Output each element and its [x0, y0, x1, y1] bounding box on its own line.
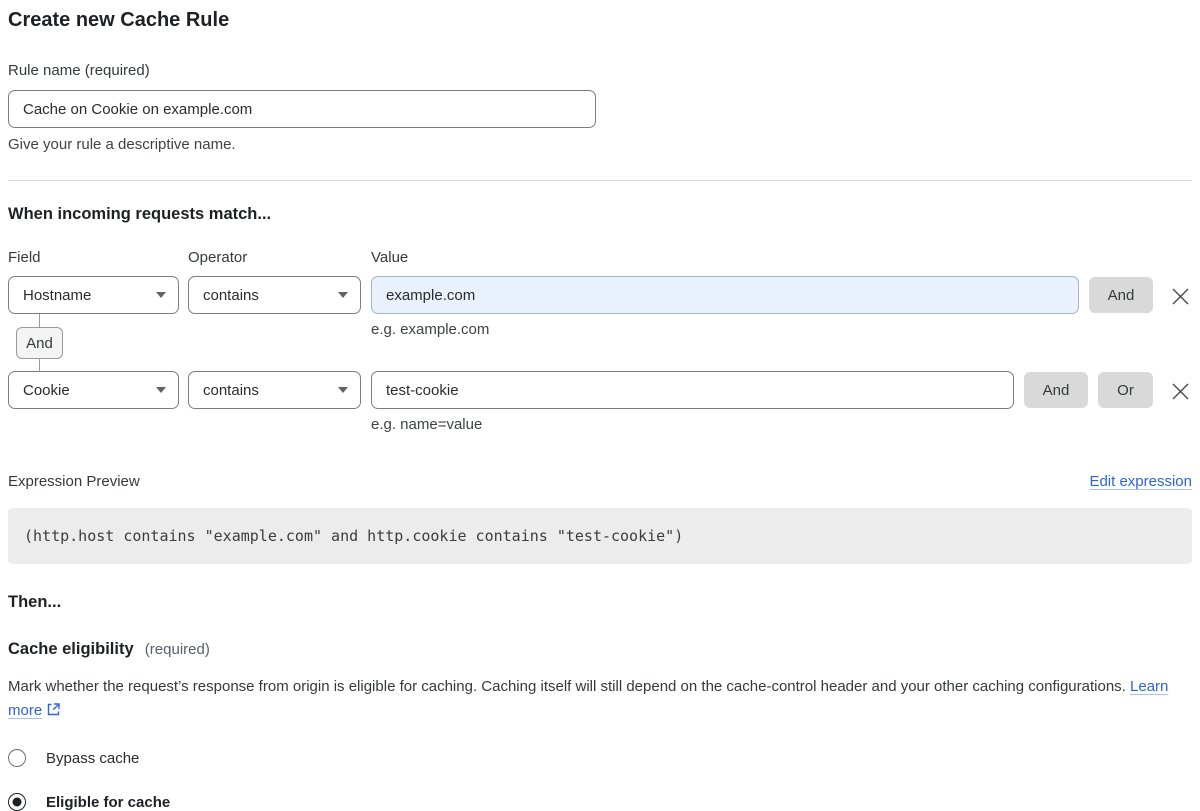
condition-connector: And [16, 327, 63, 359]
connector-and-button[interactable]: And [16, 327, 63, 359]
value-input[interactable] [371, 371, 1014, 409]
operator-column-label: Operator [188, 248, 361, 268]
operator-select[interactable]: contains [188, 371, 361, 409]
expression-preview-header: Expression Preview Edit expression [8, 472, 1192, 492]
cache-eligibility-description: Mark whether the request’s response from… [8, 675, 1192, 725]
value-column: e.g. example.com [371, 276, 1079, 340]
expression-code: (http.host contains "example.com" and ht… [24, 527, 683, 545]
operator-select[interactable]: contains [188, 276, 361, 314]
operator-select-value: contains [203, 287, 259, 304]
expression-preview-label: Expression Preview [8, 472, 140, 492]
rule-name-label: Rule name (required) [8, 61, 1192, 81]
field-column-label: Field [8, 248, 179, 268]
match-heading: When incoming requests match... [8, 205, 1192, 224]
add-and-condition-button[interactable]: And [1089, 277, 1153, 313]
expression-code-block: (http.host contains "example.com" and ht… [8, 508, 1192, 564]
section-divider [8, 180, 1192, 181]
value-hint: e.g. name=value [371, 415, 1014, 435]
field-select[interactable]: Cookie [8, 371, 179, 409]
operator-select-value: contains [203, 382, 259, 399]
field-select-value: Hostname [23, 287, 91, 304]
column-labels: Field Operator Value [8, 248, 1192, 268]
chevron-down-icon [156, 387, 166, 393]
radio-label: Eligible for cache [46, 794, 170, 811]
cache-eligibility-title: Cache eligibility [8, 640, 134, 658]
page-title: Create new Cache Rule [8, 6, 1192, 34]
radio-button-icon[interactable] [8, 793, 26, 811]
close-icon [1171, 382, 1190, 401]
required-badge: (required) [145, 641, 210, 658]
chevron-down-icon [156, 292, 166, 298]
chevron-down-icon [338, 292, 348, 298]
remove-condition-button[interactable] [1168, 285, 1192, 307]
condition-row: Hostname contains e.g. example.com And [8, 276, 1192, 340]
add-and-condition-button[interactable]: And [1024, 372, 1088, 408]
radio-option-eligible-for-cache[interactable]: Eligible for cache [8, 793, 1192, 811]
cache-eligibility-heading: Cache eligibility (required) [8, 640, 1192, 659]
then-heading: Then... [8, 593, 1192, 612]
field-select[interactable]: Hostname [8, 276, 179, 314]
create-cache-rule-form: Create new Cache Rule Rule name (require… [0, 0, 1200, 811]
close-icon [1171, 287, 1190, 306]
external-link-icon [46, 701, 61, 725]
value-column: e.g. name=value [371, 371, 1014, 435]
add-or-condition-button[interactable]: Or [1098, 372, 1153, 408]
value-column-label: Value [371, 248, 1192, 268]
edit-expression-link[interactable]: Edit expression [1089, 473, 1192, 490]
remove-condition-button[interactable] [1168, 380, 1192, 402]
field-select-value: Cookie [23, 382, 70, 399]
rule-name-help: Give your rule a descriptive name. [8, 135, 1192, 155]
description-text: Mark whether the request’s response from… [8, 678, 1126, 695]
rule-name-input[interactable] [8, 90, 596, 128]
radio-label: Bypass cache [46, 750, 139, 767]
radio-option-bypass-cache[interactable]: Bypass cache [8, 749, 1192, 767]
chevron-down-icon [338, 387, 348, 393]
condition-row: Cookie contains e.g. name=value And Or [8, 371, 1192, 435]
radio-button-icon[interactable] [8, 749, 26, 767]
value-input[interactable] [371, 276, 1079, 314]
value-hint: e.g. example.com [371, 320, 1079, 340]
